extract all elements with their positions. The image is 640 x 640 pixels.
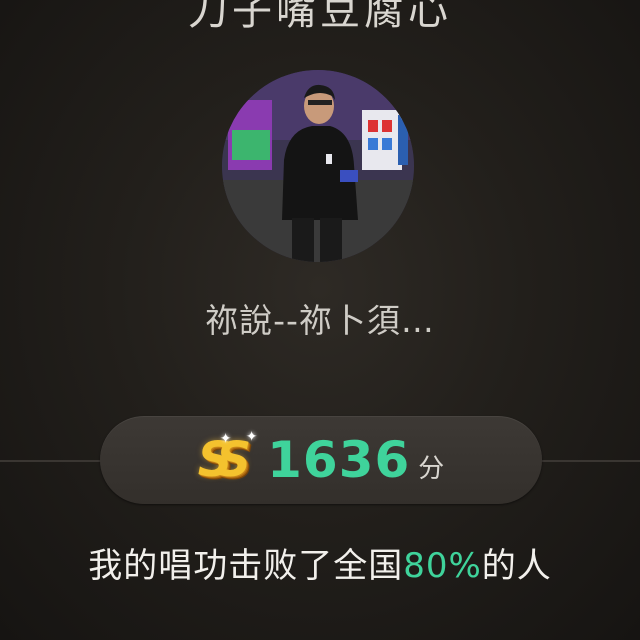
sparkle-icon: ✦	[245, 429, 258, 445]
result-suffix: 的人	[481, 546, 552, 586]
username: 祢說--祢卜須…	[205, 301, 435, 340]
result-prefix: 我的唱功击败了全国	[88, 546, 404, 586]
grade-badge-icon: SS ✦ ✦	[198, 430, 258, 484]
song-title: 刀子嘴豆腐心	[188, 0, 452, 34]
sparkle-icon: ✦	[219, 431, 232, 447]
result-line: 我的唱功击败了全国80%的人	[0, 538, 640, 587]
avatar[interactable]	[222, 70, 414, 262]
avatar-photo	[222, 70, 414, 262]
score-pill: SS ✦ ✦ 1636 分	[100, 416, 542, 504]
score-value: 1636	[267, 431, 411, 489]
result-percent: 80%	[403, 546, 482, 586]
score-unit: 分	[418, 453, 445, 484]
